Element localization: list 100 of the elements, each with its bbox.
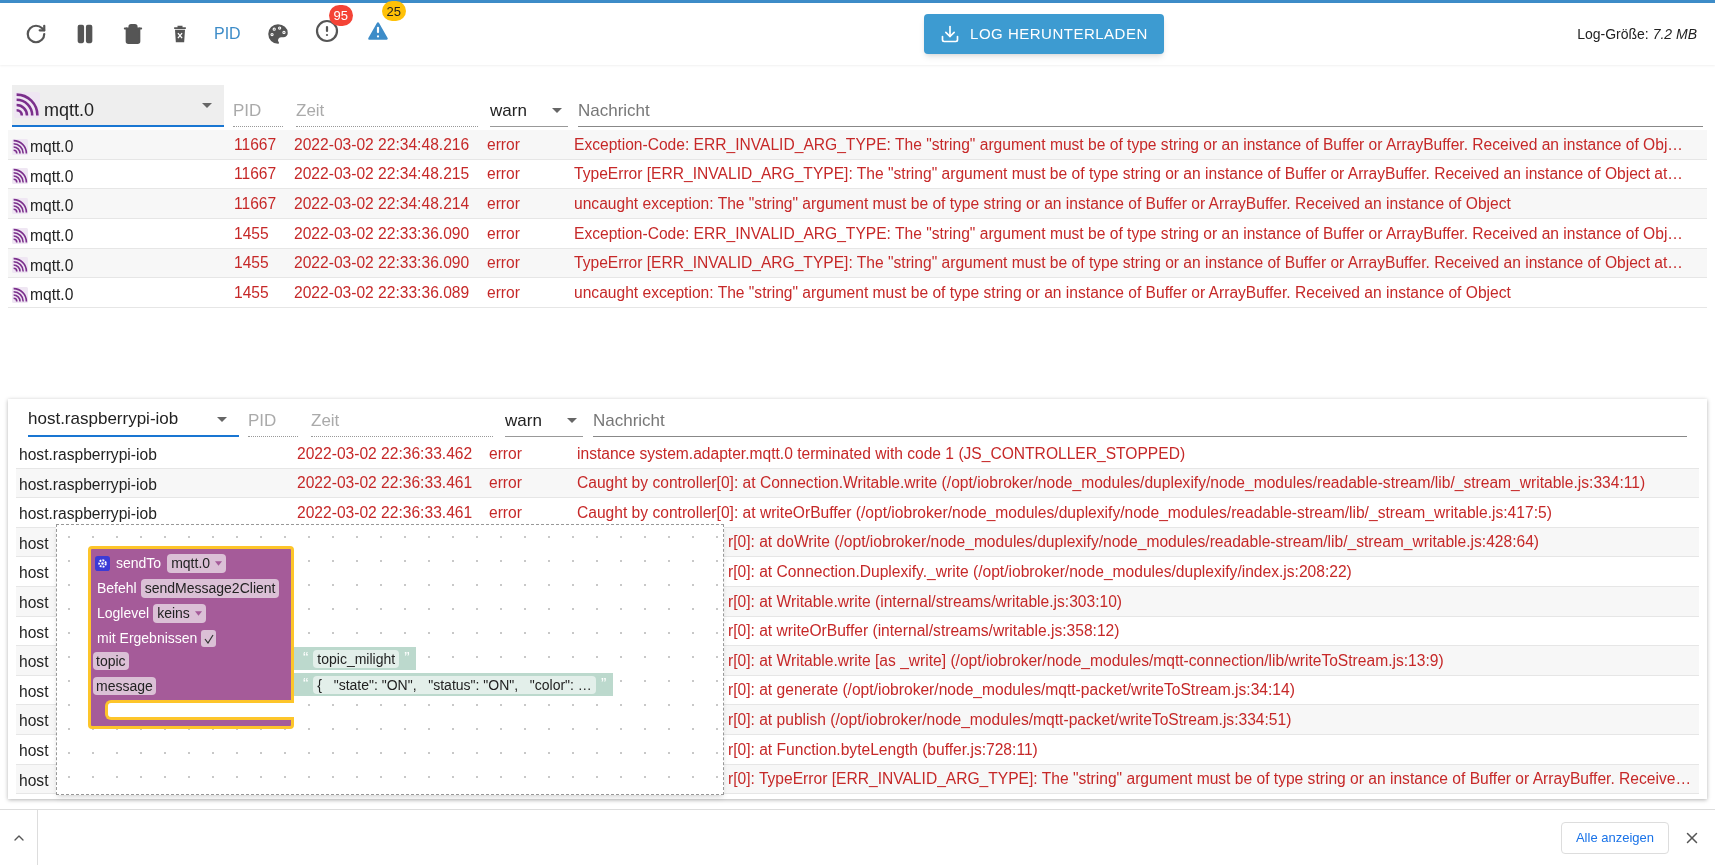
- settings-icon[interactable]: [95, 556, 110, 571]
- level-select[interactable]: warn: [505, 405, 583, 437]
- source-cell-text: host: [18, 770, 50, 791]
- source-select[interactable]: mqtt.0: [12, 85, 224, 127]
- adapter-icon: [12, 257, 28, 274]
- error-icon: [314, 18, 339, 43]
- close-quote: ”: [404, 648, 410, 669]
- level-cell-text: error: [487, 253, 521, 274]
- instance-dropdown[interactable]: mqtt.0: [167, 554, 227, 573]
- message-cell-text: r[0]: at Connection.Duplexify._write (/opt/iobroker/node_modules/duplexify/index.js:208:22): [728, 561, 1353, 582]
- source-cell-text: host: [18, 533, 50, 554]
- level-cell-text: error: [487, 194, 521, 214]
- pid-filter-field[interactable]: PID: [248, 405, 298, 437]
- trash-icon: [122, 23, 144, 45]
- command-label: Befehl: [97, 579, 137, 598]
- source-cell-text: host.raspberrypi-iob: [18, 445, 158, 465]
- message-cell-text: Caught by controller[0]: at writeOrBuffer (/opt/iobroker/node_modules/duplexify/node_modules/readable-stream/lib/_stream_writable.js:417:5): [577, 502, 1553, 523]
- message-cell-text: uncaught exception: The "string" argument must be of type string or an instance of Buffer or ArrayBuffer. Received an instance of Object: [574, 283, 1512, 304]
- results-checkbox[interactable]: [201, 630, 217, 647]
- source-cell-text: host: [18, 681, 50, 702]
- input-label: message: [93, 677, 156, 695]
- text-block[interactable]: “ topic_milight ”: [294, 647, 417, 670]
- loglevel-dropdown[interactable]: keins: [153, 604, 206, 623]
- source-select[interactable]: host.raspberrypi-iob: [28, 403, 239, 437]
- dropdown-caret-icon: [202, 102, 212, 108]
- message-cell-text: r[0]: at generate (/opt/iobroker/node_modules/mqtt-packet/writeToStream.js:34:14): [728, 680, 1296, 701]
- message-cell-text: instance system.adapter.mqtt.0 terminated with code 1 (JS_CONTROLLER_STOPPED): [577, 443, 1187, 464]
- show-all-button[interactable]: Alle anzeigen: [1560, 821, 1669, 854]
- source-cell-text: host.raspberrypi-iob: [18, 474, 158, 495]
- loglevel-label: Loglevel: [97, 604, 150, 623]
- time-filter-field[interactable]: Zeit: [296, 95, 478, 127]
- message-cell-text: r[0]: at Writable.write [as _write] (/opt/iobroker/node_modules/mqtt-connection/lib/writeToStream.js:13:9): [728, 650, 1445, 671]
- message-filter-field[interactable]: Nachricht: [578, 95, 1703, 127]
- errors-button[interactable]: [314, 18, 339, 43]
- message-cell-text: Exception-Code: ERR_INVALID_ARG_TYPE: The "string" argument must be of type string or an instance of Buffer or ArrayBuffer. Received an instance of Obj…: [574, 134, 1684, 155]
- source-cell-text: host: [18, 563, 50, 584]
- time-filter-field[interactable]: Zeit: [311, 405, 493, 437]
- message-cell-text: r[0]: at writeOrBuffer (internal/streams/writable.js:358:12): [728, 621, 1121, 642]
- open-quote: “: [303, 648, 309, 669]
- adapter-icon: [12, 287, 28, 304]
- pid-filter-field[interactable]: PID: [233, 95, 283, 127]
- results-label: mit Ergebnissen: [97, 629, 198, 648]
- level-cell-text: error: [487, 134, 521, 155]
- adapter-icon: [12, 227, 28, 244]
- source-cell-text: host: [18, 740, 50, 761]
- time-cell-text: 2022-03-02 22:34:48.215: [294, 164, 471, 185]
- message-cell-text: r[0]: at publish (/opt/iobroker/node_modules/mqtt-packet/writeToStream.js:334:51): [728, 709, 1293, 730]
- pid-cell-text: 11667: [234, 194, 278, 214]
- refresh-icon: [25, 23, 47, 45]
- source-cell: mqtt.0: [8, 248, 234, 278]
- adapter-icon: [12, 138, 28, 155]
- send-to-block[interactable]: sendTo mqtt.0 Befehl sendMessage2Client Loglevel keins mit Ergebnissen topic message: [88, 546, 294, 729]
- pid-cell-text: 11667: [234, 164, 278, 185]
- message-cell-text: Caught by controller[0]: at Connection.Writable.write (/opt/iobroker/node_modules/duplexify/node_modules/readable-stream/lib/_stream_writable.js:334:11): [577, 473, 1647, 494]
- command-field[interactable]: sendMessage2Client: [140, 579, 280, 598]
- message-cell-text: Exception-Code: ERR_INVALID_ARG_TYPE: The "string" argument must be of type string or an instance of Buffer or ArrayBuffer. Received an instance of Obj…: [574, 223, 1684, 244]
- source-cell: mqtt.0: [8, 219, 234, 248]
- text-value[interactable]: { "state": "ON", "status": "ON", "color": …: [313, 675, 596, 694]
- close-quote: ”: [600, 674, 607, 695]
- source-cell: mqtt.0: [8, 130, 234, 159]
- message-filter-field[interactable]: Nachricht: [593, 405, 1687, 437]
- source-cell: mqtt.0: [8, 189, 234, 218]
- dropdown-caret-icon: [215, 561, 223, 566]
- time-cell-text: 2022-03-02 22:34:48.216: [294, 134, 471, 155]
- source-cell-text: host: [18, 592, 50, 613]
- time-cell-text: 2022-03-02 22:36:33.461: [297, 473, 474, 494]
- time-cell-text: 2022-03-02 22:36:33.462: [297, 443, 474, 464]
- adapter-icon: [14, 92, 40, 118]
- pid-cell-text: 1455: [234, 283, 270, 304]
- input-label: topic: [93, 652, 129, 670]
- level-cell-text: error: [487, 164, 521, 185]
- source-cell: mqtt.0: [8, 278, 234, 307]
- delete-button[interactable]: [122, 23, 144, 45]
- time-cell-text: 2022-03-02 22:34:48.214: [294, 194, 471, 214]
- text-value[interactable]: topic_milight: [313, 649, 400, 668]
- log-size-text: Log-Größe: 7.2 MB: [1577, 24, 1697, 44]
- level-select[interactable]: warn: [490, 95, 568, 127]
- error-count-badge: 95: [328, 4, 353, 26]
- level-cell-text: error: [489, 473, 523, 494]
- refresh-button[interactable]: [24, 22, 48, 46]
- time-cell-text: 2022-03-02 22:33:36.090: [294, 253, 471, 274]
- source-cell: mqtt.0: [8, 159, 234, 189]
- open-quote: “: [303, 674, 309, 695]
- time-cell-text: 2022-03-02 22:33:36.090: [294, 223, 471, 244]
- download-icon: [940, 24, 961, 44]
- dropdown-caret-icon: [567, 418, 577, 423]
- dropdown-caret-icon: [217, 416, 227, 422]
- text-block[interactable]: “ { "state": "ON", "status": "ON", "color": … ”: [294, 673, 614, 696]
- pid-toggle[interactable]: PID: [214, 22, 241, 46]
- level-cell-text: error: [489, 502, 523, 523]
- time-cell-text: 2022-03-02 22:36:33.461: [297, 502, 474, 523]
- checkmark-icon: [203, 633, 214, 644]
- pid-cell-text: 1455: [234, 223, 270, 244]
- pid-cell-text: 11667: [234, 134, 278, 155]
- level-cell-text: error: [487, 223, 521, 244]
- message-cell-text: r[0]: at doWrite (/opt/iobroker/node_modules/duplexify/node_modules/readable-stream/lib/_stream_writable.js:428:64): [728, 532, 1541, 553]
- message-cell-text: r[0]: at Writable.write (internal/streams/writable.js:303:10): [728, 591, 1124, 612]
- source-cell-text: host: [18, 652, 50, 673]
- adapter-icon: [12, 198, 28, 215]
- message-cell-text: r[0]: TypeError [ERR_INVALID_ARG_TYPE]: The "string" argument must be of type string or an instance of Buffer or ArrayBuffer. Receive…: [728, 769, 1692, 790]
